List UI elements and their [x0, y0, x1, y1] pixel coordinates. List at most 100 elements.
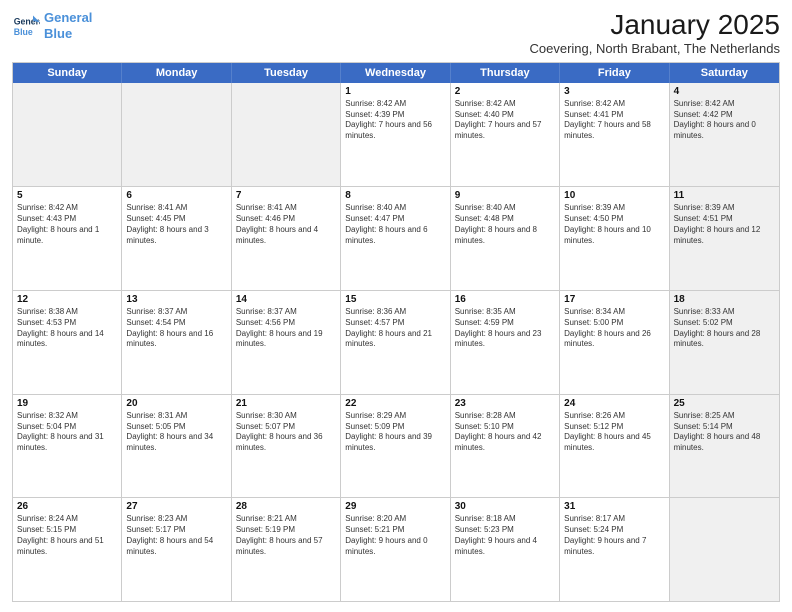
day-number: 31 — [564, 501, 664, 512]
subtitle: Coevering, North Brabant, The Netherland… — [529, 41, 780, 56]
calendar-row: 12Sunrise: 8:38 AM Sunset: 4:53 PM Dayli… — [13, 290, 779, 394]
cell-content: Sunrise: 8:30 AM Sunset: 5:07 PM Dayligh… — [236, 411, 336, 454]
calendar-cell: 20 Sunrise: 8:31 AM Sunset: 5:05 PM Dayli… — [122, 395, 231, 498]
page: General Blue GeneralBlue January 2025 Co… — [0, 0, 792, 612]
day-number: 16 — [455, 294, 555, 305]
calendar-cell: 24Sunrise: 8:26 AM Sunset: 5:12 PM Dayli… — [560, 395, 669, 498]
calendar-header: SundayMondayTuesdayWednesdayThursdayFrid… — [13, 63, 779, 83]
cell-content: Sunrise: 8:37 AM Sunset: 4:56 PM Dayligh… — [236, 307, 336, 350]
cell-content: Sunrise: 8:29 AM Sunset: 5:09 PM Dayligh… — [345, 411, 445, 454]
day-number: 23 — [455, 398, 555, 409]
calendar-cell: 3 Sunrise: 8:42 AM Sunset: 4:41 PM Daylig… — [560, 83, 669, 187]
day-number: 13 — [126, 294, 226, 305]
header-day: Monday — [122, 63, 231, 83]
calendar-row: 19Sunrise: 8:32 AM Sunset: 5:04 PM Dayli… — [13, 394, 779, 498]
cell-content: Sunrise: 8:34 AM Sunset: 5:00 PM Dayligh… — [564, 307, 664, 350]
day-number: 29 — [345, 501, 445, 512]
header-day: Sunday — [13, 63, 122, 83]
calendar-cell: 29 Sunrise: 8:20 AM Sunset: 5:21 PM Dayli… — [341, 498, 450, 601]
day-number: 4 — [674, 86, 775, 97]
calendar-row: 1Sunrise: 8:42 AM Sunset: 4:39 PM Daylig… — [13, 83, 779, 187]
day-number: 19 — [17, 398, 117, 409]
day-number: 30 — [455, 501, 555, 512]
day-number: 5 — [17, 190, 117, 201]
cell-content: Sunrise: 8:23 AM Sunset: 5:17 PM Dayligh… — [126, 514, 226, 557]
calendar-cell: 25Sunrise: 8:25 AM Sunset: 5:14 PM Dayli… — [670, 395, 779, 498]
calendar-cell: 27 Sunrise: 8:23 AM Sunset: 5:17 PM Dayli… — [122, 498, 231, 601]
day-number: 21 — [236, 398, 336, 409]
calendar-body: 1Sunrise: 8:42 AM Sunset: 4:39 PM Daylig… — [13, 83, 779, 601]
cell-content: Sunrise: 8:42 AM Sunset: 4:39 PM Dayligh… — [345, 99, 445, 142]
calendar-cell: 12Sunrise: 8:38 AM Sunset: 4:53 PM Dayli… — [13, 291, 122, 394]
calendar-cell: 28 Sunrise: 8:21 AM Sunset: 5:19 PM Dayli… — [232, 498, 341, 601]
header-day: Tuesday — [232, 63, 341, 83]
calendar-row: 26Sunrise: 8:24 AM Sunset: 5:15 PM Dayli… — [13, 497, 779, 601]
header-day: Thursday — [451, 63, 560, 83]
day-number: 17 — [564, 294, 664, 305]
day-number: 26 — [17, 501, 117, 512]
cell-content: Sunrise: 8:41 AM Sunset: 4:45 PM Dayligh… — [126, 203, 226, 246]
calendar-cell: 10 Sunrise: 8:39 AM Sunset: 4:50 PM Dayli… — [560, 187, 669, 290]
cell-content: Sunrise: 8:28 AM Sunset: 5:10 PM Dayligh… — [455, 411, 555, 454]
day-number: 8 — [345, 190, 445, 201]
calendar-cell: 23 Sunrise: 8:28 AM Sunset: 5:10 PM Dayli… — [451, 395, 560, 498]
day-number: 3 — [564, 86, 664, 97]
calendar: SundayMondayTuesdayWednesdayThursdayFrid… — [12, 62, 780, 602]
day-number: 10 — [564, 190, 664, 201]
cell-content: Sunrise: 8:17 AM Sunset: 5:24 PM Dayligh… — [564, 514, 664, 557]
day-number: 28 — [236, 501, 336, 512]
title-block: January 2025 Coevering, North Brabant, T… — [529, 10, 780, 56]
cell-content: Sunrise: 8:41 AM Sunset: 4:46 PM Dayligh… — [236, 203, 336, 246]
day-number: 18 — [674, 294, 775, 305]
calendar-cell: 18 Sunrise: 8:33 AM Sunset: 5:02 PM Dayli… — [670, 291, 779, 394]
calendar-cell: 19Sunrise: 8:32 AM Sunset: 5:04 PM Dayli… — [13, 395, 122, 498]
day-number: 9 — [455, 190, 555, 201]
cell-content: Sunrise: 8:25 AM Sunset: 5:14 PM Dayligh… — [674, 411, 775, 454]
calendar-cell: 4Sunrise: 8:42 AM Sunset: 4:42 PM Daylig… — [670, 83, 779, 187]
cell-content: Sunrise: 8:42 AM Sunset: 4:41 PM Dayligh… — [564, 99, 664, 142]
day-number: 22 — [345, 398, 445, 409]
calendar-cell: 7 Sunrise: 8:41 AM Sunset: 4:46 PM Daylig… — [232, 187, 341, 290]
calendar-cell: 14 Sunrise: 8:37 AM Sunset: 4:56 PM Dayli… — [232, 291, 341, 394]
day-number: 7 — [236, 190, 336, 201]
cell-content: Sunrise: 8:21 AM Sunset: 5:19 PM Dayligh… — [236, 514, 336, 557]
calendar-cell: 22 Sunrise: 8:29 AM Sunset: 5:09 PM Dayli… — [341, 395, 450, 498]
cell-content: Sunrise: 8:39 AM Sunset: 4:50 PM Dayligh… — [564, 203, 664, 246]
cell-content: Sunrise: 8:39 AM Sunset: 4:51 PM Dayligh… — [674, 203, 775, 246]
logo-text: GeneralBlue — [44, 10, 92, 41]
calendar-cell: 16Sunrise: 8:35 AM Sunset: 4:59 PM Dayli… — [451, 291, 560, 394]
cell-content: Sunrise: 8:26 AM Sunset: 5:12 PM Dayligh… — [564, 411, 664, 454]
cell-content: Sunrise: 8:36 AM Sunset: 4:57 PM Dayligh… — [345, 307, 445, 350]
day-number: 14 — [236, 294, 336, 305]
cell-content: Sunrise: 8:31 AM Sunset: 5:05 PM Dayligh… — [126, 411, 226, 454]
day-number: 15 — [345, 294, 445, 305]
day-number: 27 — [126, 501, 226, 512]
svg-text:Blue: Blue — [14, 26, 33, 36]
day-number: 20 — [126, 398, 226, 409]
cell-content: Sunrise: 8:20 AM Sunset: 5:21 PM Dayligh… — [345, 514, 445, 557]
calendar-cell: 2 Sunrise: 8:42 AM Sunset: 4:40 PM Daylig… — [451, 83, 560, 187]
cell-content: Sunrise: 8:40 AM Sunset: 4:48 PM Dayligh… — [455, 203, 555, 246]
calendar-row: 5 Sunrise: 8:42 AM Sunset: 4:43 PM Daylig… — [13, 186, 779, 290]
header-day: Wednesday — [341, 63, 450, 83]
cell-content: Sunrise: 8:33 AM Sunset: 5:02 PM Dayligh… — [674, 307, 775, 350]
day-number: 6 — [126, 190, 226, 201]
calendar-cell: 1Sunrise: 8:42 AM Sunset: 4:39 PM Daylig… — [341, 83, 450, 187]
cell-content: Sunrise: 8:40 AM Sunset: 4:47 PM Dayligh… — [345, 203, 445, 246]
calendar-cell: 13 Sunrise: 8:37 AM Sunset: 4:54 PM Dayli… — [122, 291, 231, 394]
calendar-cell: 9 Sunrise: 8:40 AM Sunset: 4:48 PM Daylig… — [451, 187, 560, 290]
calendar-cell: 17 Sunrise: 8:34 AM Sunset: 5:00 PM Dayli… — [560, 291, 669, 394]
calendar-cell: 26Sunrise: 8:24 AM Sunset: 5:15 PM Dayli… — [13, 498, 122, 601]
cell-content: Sunrise: 8:37 AM Sunset: 4:54 PM Dayligh… — [126, 307, 226, 350]
calendar-cell: 8 Sunrise: 8:40 AM Sunset: 4:47 PM Daylig… — [341, 187, 450, 290]
header-day: Friday — [560, 63, 669, 83]
calendar-cell: 21 Sunrise: 8:30 AM Sunset: 5:07 PM Dayli… — [232, 395, 341, 498]
main-title: January 2025 — [529, 10, 780, 41]
calendar-cell — [232, 83, 341, 187]
cell-content: Sunrise: 8:18 AM Sunset: 5:23 PM Dayligh… — [455, 514, 555, 557]
cell-content: Sunrise: 8:38 AM Sunset: 4:53 PM Dayligh… — [17, 307, 117, 350]
day-number: 2 — [455, 86, 555, 97]
cell-content: Sunrise: 8:42 AM Sunset: 4:43 PM Dayligh… — [17, 203, 117, 246]
calendar-cell: 30 Sunrise: 8:18 AM Sunset: 5:23 PM Dayli… — [451, 498, 560, 601]
cell-content: Sunrise: 8:42 AM Sunset: 4:40 PM Dayligh… — [455, 99, 555, 142]
